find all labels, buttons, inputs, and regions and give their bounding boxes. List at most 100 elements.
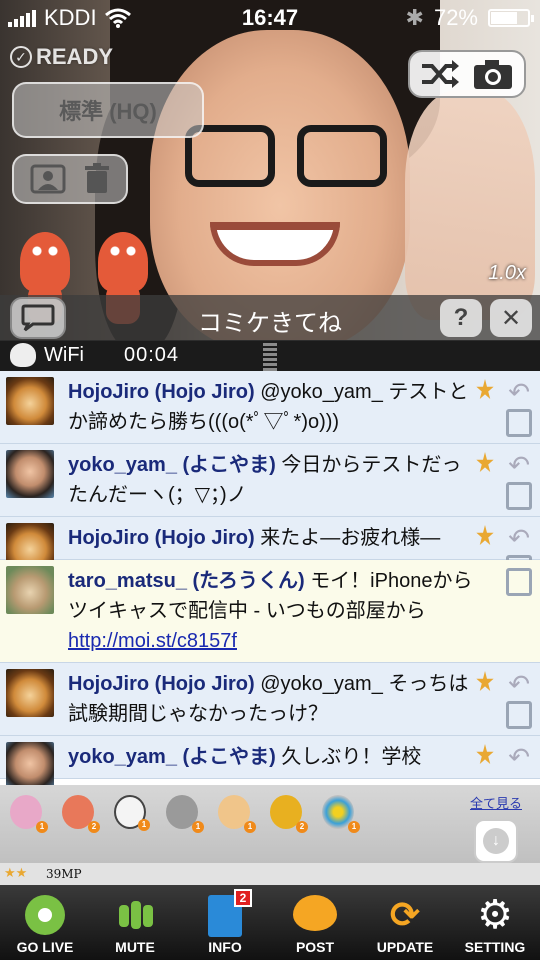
tab-label: GO LIVE: [16, 939, 74, 955]
notification-badge: 2: [234, 889, 252, 907]
scroll-down-button[interactable]: ↓: [474, 819, 518, 863]
stars-icon: ★★: [4, 865, 28, 880]
arrow-down-icon: ↓: [483, 828, 509, 854]
comment-link[interactable]: http://moi.st/c8157f: [68, 630, 237, 652]
comment-row[interactable]: HojoJiro (Hojo Jiro) @yoko_yam_ テストとか諦めた…: [0, 371, 540, 444]
see-all-link[interactable]: 全て見る: [470, 793, 522, 812]
tab-bar: GO LIVE MUTE 2 INFO POST ⟳ UPDATE ⚙ SETT…: [0, 885, 540, 960]
close-button[interactable]: ✕: [490, 299, 532, 337]
video-person-glasses: [185, 125, 395, 195]
stamp-count: 2: [296, 821, 308, 833]
setting-icon: ⚙: [477, 893, 513, 937]
elapsed-time: 00:04: [124, 344, 180, 366]
avatar[interactable]: [6, 742, 54, 785]
broadcast-info-bar: WiFi 00:04: [0, 341, 540, 371]
reply-icon[interactable]: ↶: [508, 523, 530, 553]
tab-label: POST: [295, 939, 335, 955]
stamp-count: 1: [244, 821, 256, 833]
battery-icon: [488, 9, 534, 27]
tab-label: SETTING: [464, 939, 526, 955]
ready-indicator: ✓ READY: [10, 44, 113, 70]
stamp-fireworks-icon[interactable]: 1: [322, 795, 360, 833]
stamp-count: 1: [36, 821, 48, 833]
stamp-clap-icon[interactable]: 1: [218, 795, 256, 833]
comment-author[interactable]: yoko_yam_ (よこやま): [68, 454, 276, 476]
stamp-bar: 1 2 1 1 1 2 1 全て見る ↓: [0, 785, 540, 863]
background-image-controls: [12, 154, 128, 204]
reply-icon[interactable]: ↶: [508, 377, 530, 407]
stamp-party-popper-icon[interactable]: 2: [270, 795, 308, 833]
reply-icon[interactable]: ↶: [508, 450, 530, 480]
info-icon: 2: [208, 889, 252, 937]
status-bar: KDDI 16:47 ✱ 72%: [0, 0, 540, 36]
audio-level-icon: [263, 343, 277, 371]
comment-author[interactable]: yoko_yam_ (よこやま): [68, 746, 276, 768]
avatar[interactable]: [6, 566, 54, 614]
stamp-coin-icon[interactable]: 1: [166, 795, 204, 833]
medal-icon: [476, 525, 494, 546]
camera-switch-button[interactable]: [408, 50, 526, 98]
medal-icon: [476, 744, 494, 765]
shuffle-icon: [422, 60, 459, 88]
mp-value: 39MP: [46, 867, 82, 881]
medal-icon: [476, 379, 494, 400]
tab-mute[interactable]: MUTE: [90, 885, 180, 960]
lightbulb-icon: ?: [453, 304, 469, 331]
reply-icon[interactable]: ↶: [508, 669, 530, 699]
stamp-count: 1: [192, 821, 204, 833]
comment-row[interactable]: yoko_yam_ (よこやま) 久しぶり！学校 ↶: [0, 736, 540, 785]
comment-row[interactable]: taro_matsu_ (たろうくん) モイ！iPhoneからツイキャスで配信中…: [0, 560, 540, 663]
trash-icon[interactable]: [506, 568, 532, 596]
battery-percent: 72%: [433, 5, 478, 30]
stamp-mascot-icon[interactable]: 2: [62, 795, 100, 833]
tab-label: INFO: [208, 939, 242, 955]
comment-row[interactable]: HojoJiro (Hojo Jiro) @yoko_yam_ そっちは試験期間…: [0, 663, 540, 736]
video-preview[interactable]: ✓ READY 標準 (HQ) 1.0x: [0, 0, 540, 340]
tab-post[interactable]: POST: [270, 885, 360, 960]
image-icon[interactable]: [30, 164, 66, 194]
check-icon: ✓: [10, 46, 32, 68]
comment-author[interactable]: HojoJiro (Hojo Jiro): [68, 527, 255, 549]
go-live-icon: [25, 895, 65, 935]
quality-label: 標準 (HQ): [59, 99, 157, 124]
tab-setting[interactable]: ⚙ SETTING: [450, 885, 540, 960]
comment-row[interactable]: HojoJiro (Hojo Jiro) 来たよ—お疲れ様— ↶: [0, 517, 540, 583]
trash-icon[interactable]: [506, 482, 532, 510]
close-icon: ✕: [500, 304, 522, 332]
comment-author[interactable]: HojoJiro (Hojo Jiro): [68, 673, 255, 695]
reply-icon[interactable]: ↶: [508, 742, 530, 772]
trash-icon[interactable]: [506, 409, 532, 437]
mute-icon: [113, 895, 157, 935]
medal-icon: [476, 452, 494, 473]
video-person-hand: [405, 90, 535, 320]
mp-bar: ★★ 39MP: [0, 863, 540, 885]
comment-author[interactable]: HojoJiro (Hojo Jiro): [68, 381, 255, 403]
hint-button[interactable]: ?: [440, 299, 482, 337]
tab-label: MUTE: [115, 939, 155, 955]
zoom-level: 1.0x: [488, 262, 526, 284]
quality-button[interactable]: 標準 (HQ): [12, 82, 204, 138]
network-label: WiFi: [44, 344, 84, 366]
stamp-count: 2: [88, 821, 100, 833]
bird-icon: [10, 343, 36, 367]
update-icon: ⟳: [389, 894, 421, 935]
stamp-count: 1: [138, 819, 150, 831]
tab-info[interactable]: 2 INFO: [180, 885, 270, 960]
comment-author[interactable]: taro_matsu_ (たろうくん): [68, 570, 305, 592]
trash-icon[interactable]: [506, 701, 532, 729]
avatar[interactable]: [6, 669, 54, 717]
comment-row[interactable]: yoko_yam_ (よこやま) 今日からテストだったんだーヽ(；▽；)ノ ↶: [0, 444, 540, 517]
trash-icon[interactable]: [84, 163, 110, 195]
medal-icon: [476, 671, 494, 692]
tab-update[interactable]: ⟳ UPDATE: [360, 885, 450, 960]
stamp-bear-icon[interactable]: 1: [10, 795, 48, 833]
comment-list[interactable]: HojoJiro (Hojo Jiro) @yoko_yam_ テストとか諦めた…: [0, 371, 540, 785]
avatar[interactable]: [6, 450, 54, 498]
mascot-right: [98, 232, 148, 324]
tab-label: UPDATE: [376, 939, 434, 955]
stamp-count: 1: [348, 821, 360, 833]
stamp-penguin-icon[interactable]: 1: [114, 795, 150, 831]
camera-icon: [474, 60, 512, 89]
tab-go-live[interactable]: GO LIVE: [0, 885, 90, 960]
avatar[interactable]: [6, 377, 54, 425]
